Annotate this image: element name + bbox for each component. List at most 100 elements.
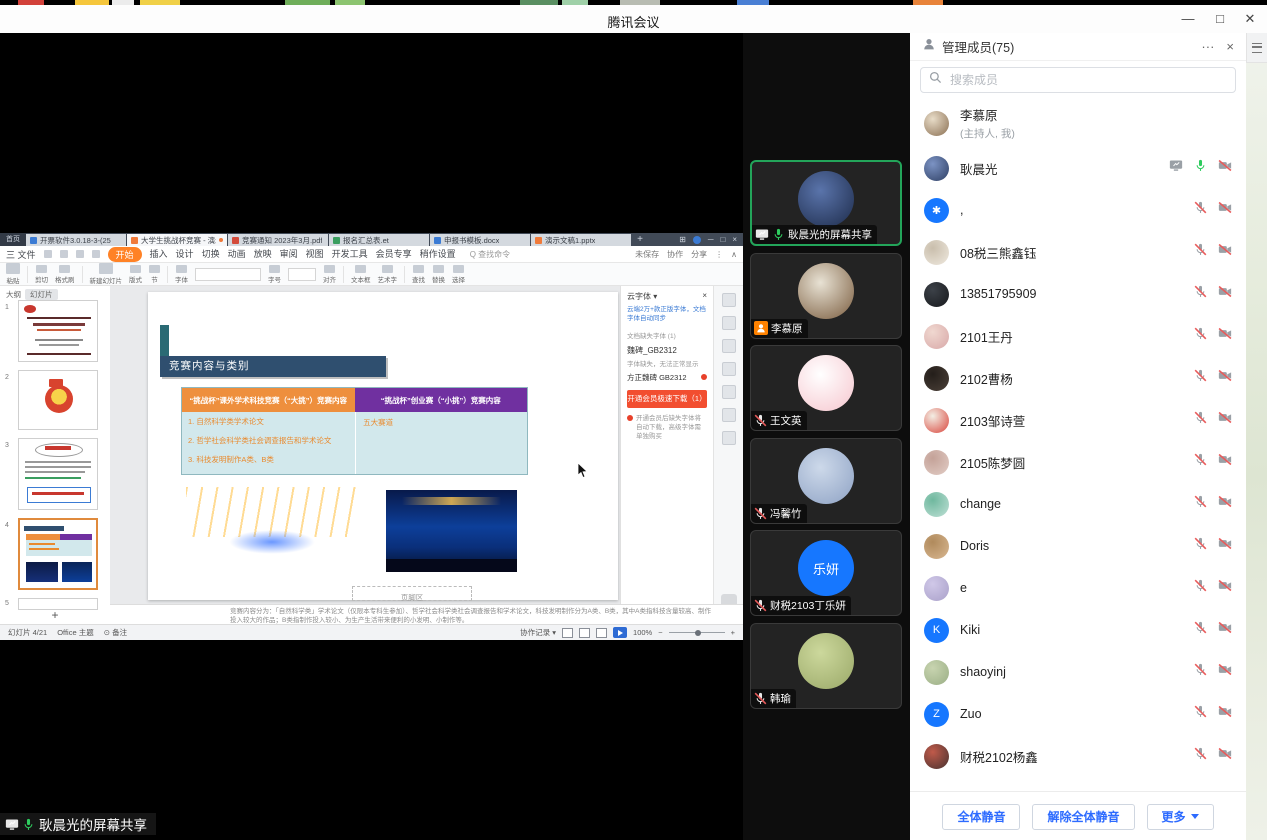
slide-thumbnail[interactable]: [18, 438, 98, 510]
ribbon-5[interactable]: 版式: [129, 265, 142, 284]
wps-menubar-action[interactable]: ⋮: [715, 250, 723, 259]
mic-off-icon[interactable]: [1194, 579, 1207, 597]
wps-close-icon[interactable]: ×: [732, 235, 737, 244]
slide-thumbnail[interactable]: [18, 300, 98, 362]
screen-icon[interactable]: [1169, 159, 1183, 177]
minimize-button[interactable]: —: [1180, 11, 1196, 27]
member-row[interactable]: 2105陈梦圆: [910, 441, 1246, 483]
mic-off-icon[interactable]: [1194, 201, 1207, 219]
video-thumbnail[interactable]: 乐妍财税2103丁乐妍: [750, 530, 902, 616]
member-row[interactable]: change: [910, 483, 1246, 525]
slideshow-play-button[interactable]: [613, 627, 627, 638]
mic-off-icon[interactable]: [1194, 411, 1207, 429]
video-thumbnail[interactable]: 耿晨光的屏幕共享: [750, 160, 902, 246]
member-row[interactable]: Doris: [910, 525, 1246, 567]
member-row[interactable]: shaoyinj: [910, 651, 1246, 693]
member-row[interactable]: 李慕原(主持人, 我): [910, 99, 1246, 147]
wps-find-command[interactable]: Q 查找命令: [470, 249, 510, 260]
video-thumbnail[interactable]: 冯馨竹: [750, 438, 902, 524]
ribbon-10[interactable]: 文本框: [351, 265, 371, 284]
ribbon-14[interactable]: 选择: [452, 265, 465, 284]
wps-menu-item[interactable]: 放映: [254, 247, 272, 262]
mute-all-button[interactable]: 全体静音: [942, 804, 1020, 830]
reading-view-icon[interactable]: [596, 628, 607, 638]
member-row[interactable]: ZZuo: [910, 693, 1246, 735]
ribbon-4[interactable]: 新建幻灯片: [90, 263, 123, 285]
footer-placeholder[interactable]: 页脚区: [352, 586, 472, 601]
mic-off-icon[interactable]: [1194, 243, 1207, 261]
layout-icon[interactable]: ⊞: [679, 235, 686, 244]
wps-menu-item[interactable]: 插入: [150, 247, 168, 262]
wps-menu-item[interactable]: 设计: [176, 247, 194, 262]
zoom-out-icon[interactable]: −: [658, 628, 662, 637]
save-icon[interactable]: [44, 250, 52, 258]
comment-icon[interactable]: [722, 408, 736, 422]
redo-icon[interactable]: [92, 250, 100, 258]
wps-menu-item[interactable]: 开始: [108, 247, 142, 262]
wps-menubar-action[interactable]: 协作: [667, 249, 683, 260]
mic-off-icon[interactable]: [1194, 621, 1207, 639]
wps-menu-item[interactable]: 审阅: [280, 247, 298, 262]
ribbon-9[interactable]: 对齐: [323, 265, 336, 284]
wps-new-tab-button[interactable]: +: [632, 234, 648, 245]
ribbon-8[interactable]: 字号: [268, 265, 281, 284]
maximize-button[interactable]: □: [1212, 11, 1228, 27]
video-thumbnail[interactable]: 李慕原: [750, 253, 902, 339]
wps-menu-item[interactable]: 稍作设置: [420, 247, 456, 262]
collab-record[interactable]: 协作记录 ▾: [520, 627, 556, 638]
cam-off-icon[interactable]: [1218, 285, 1232, 303]
ribbon-3[interactable]: 格式刷: [55, 265, 75, 284]
member-search[interactable]: [920, 67, 1236, 93]
ribbon-1[interactable]: 粘贴: [6, 263, 20, 285]
properties-icon[interactable]: [722, 293, 736, 307]
ribbon-11[interactable]: 艺术字: [378, 265, 398, 284]
wps-document-tab[interactable]: 演示文稿1.pptx: [531, 234, 631, 246]
font-panel-title[interactable]: 云字体 ▾: [627, 291, 657, 302]
wps-document-tab[interactable]: 报名汇总表.et: [329, 234, 429, 246]
ribbon-2[interactable]: 剪切: [35, 265, 48, 284]
mic-on-icon[interactable]: [1194, 159, 1207, 177]
font-panel-link[interactable]: 云端2万+款正版字体，文档字体自动同步: [627, 306, 707, 324]
member-row[interactable]: ✱,: [910, 189, 1246, 231]
video-thumbnail[interactable]: 王文英: [750, 345, 902, 431]
mic-off-icon[interactable]: [1194, 747, 1207, 765]
wps-restore-icon[interactable]: □: [720, 235, 725, 244]
mic-off-icon[interactable]: [1194, 327, 1207, 345]
wps-menubar-action[interactable]: ∧: [731, 250, 737, 259]
search-input[interactable]: [948, 72, 1227, 88]
mic-off-icon[interactable]: [1194, 453, 1207, 471]
member-row[interactable]: 财税2102杨鑫: [910, 735, 1246, 777]
wps-file-menu[interactable]: 三 文件: [6, 248, 36, 261]
speaker-notes-bar[interactable]: 竞赛内容分为：「自然科学类」学术论文（仅限本专科生参加）、哲学社会科学类社会调查…: [110, 604, 743, 624]
panel-more-icon[interactable]: ···: [1201, 39, 1214, 54]
wps-menu-item[interactable]: 视图: [306, 247, 324, 262]
cam-off-icon[interactable]: [1218, 537, 1232, 555]
font-panel-close-icon[interactable]: ×: [702, 291, 707, 302]
history-icon[interactable]: [722, 385, 736, 399]
member-row[interactable]: 13851795909: [910, 273, 1246, 315]
mic-off-icon[interactable]: [1194, 495, 1207, 513]
member-row[interactable]: 2101王丹: [910, 315, 1246, 357]
member-row[interactable]: e: [910, 567, 1246, 609]
download-font-button[interactable]: 开通会员极速下载（1）: [627, 390, 707, 408]
cam-off-icon[interactable]: [1218, 159, 1232, 177]
more-button[interactable]: 更多: [1147, 804, 1214, 830]
wps-menubar-action[interactable]: 未保存: [635, 249, 659, 260]
cam-off-icon[interactable]: [1218, 453, 1232, 471]
sorter-view-icon[interactable]: [579, 628, 590, 638]
wps-menu-item[interactable]: 动画: [228, 247, 246, 262]
cam-off-icon[interactable]: [1218, 705, 1232, 723]
slide-thumbnail[interactable]: [18, 370, 98, 430]
cam-off-icon[interactable]: [1218, 201, 1232, 219]
wps-minimize-icon[interactable]: ─: [708, 235, 714, 244]
cam-off-icon[interactable]: [1218, 747, 1232, 765]
cam-off-icon[interactable]: [1218, 369, 1232, 387]
wps-document-tab[interactable]: 开票软件3.0.18-3-(25: [26, 234, 126, 246]
cam-off-icon[interactable]: [1218, 495, 1232, 513]
member-row[interactable]: 2102曹杨: [910, 357, 1246, 399]
help-icon[interactable]: [722, 431, 736, 445]
wps-menu-item[interactable]: 切换: [202, 247, 220, 262]
notes-toggle[interactable]: ⊙ 备注: [104, 627, 127, 638]
mic-off-icon[interactable]: [1194, 705, 1207, 723]
print-icon[interactable]: [60, 250, 68, 258]
